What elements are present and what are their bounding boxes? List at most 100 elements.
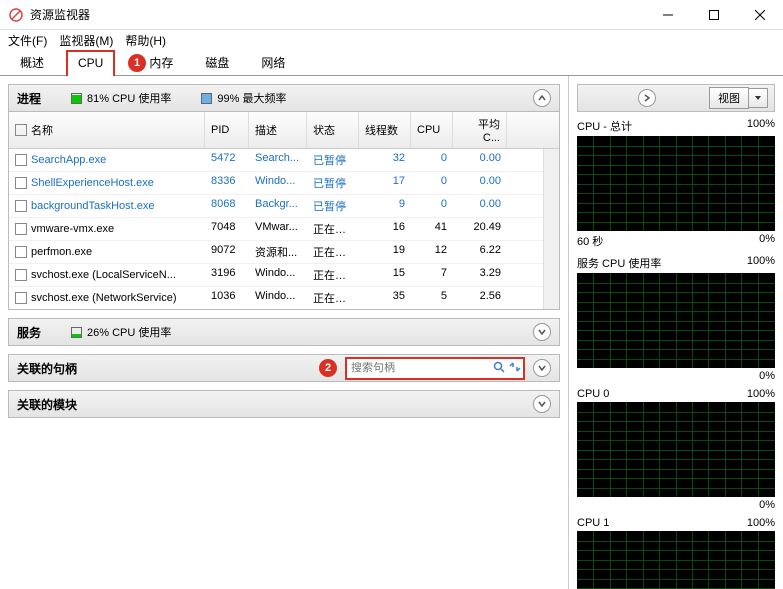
menu-help[interactable]: 帮助(H) xyxy=(125,32,166,49)
chart-title: CPU - 总计 xyxy=(577,118,632,134)
right-panel: 视图 CPU - 总计100%60 秒0%服务 CPU 使用率100%0%CPU… xyxy=(568,76,783,589)
cell-threads: 16 xyxy=(359,218,411,240)
chart-max: 100% xyxy=(747,517,775,529)
section-modules-header[interactable]: 关联的模块 xyxy=(8,390,560,418)
chart-canvas xyxy=(577,273,775,368)
row-checkbox[interactable] xyxy=(15,177,27,189)
cell-status: 正在运行 xyxy=(307,287,359,309)
col-threads[interactable]: 线程数 xyxy=(359,112,411,148)
section-handles-header[interactable]: 关联的句柄 2 xyxy=(8,354,560,382)
minimize-button[interactable] xyxy=(645,0,691,30)
cell-avg: 0.00 xyxy=(453,149,507,171)
checkbox-all[interactable] xyxy=(15,124,27,136)
tab-disk[interactable]: 磁盘 xyxy=(195,50,239,75)
cell-threads: 19 xyxy=(359,241,411,263)
titlebar: 资源监视器 xyxy=(0,0,783,30)
expand-right-icon[interactable] xyxy=(638,89,656,107)
cell-pid: 1036 xyxy=(205,287,249,309)
chart-max: 100% xyxy=(747,255,775,271)
cell-status: 已暂停 xyxy=(307,172,359,194)
table-header: 名称 PID 描述 状态 线程数 CPU 平均 C... xyxy=(9,112,559,149)
close-button[interactable] xyxy=(737,0,783,30)
section-processes-title: 进程 xyxy=(17,90,41,107)
cell-avg: 6.22 xyxy=(453,241,507,263)
collapse-handles-icon[interactable] xyxy=(533,359,551,377)
menu-file[interactable]: 文件(F) xyxy=(8,32,47,49)
table-row[interactable]: vmware-vmx.exe7048VMwar...正在运行164120.49 xyxy=(9,218,559,241)
cell-name: svchost.exe (NetworkService) xyxy=(9,287,205,309)
table-row[interactable]: svchost.exe (LocalServiceN...3196Windo..… xyxy=(9,264,559,287)
table-row[interactable]: svchost.exe (NetworkService)1036Windo...… xyxy=(9,287,559,309)
cell-avg: 20.49 xyxy=(453,218,507,240)
view-dropdown-icon[interactable] xyxy=(748,88,768,108)
menu-monitor[interactable]: 监视器(M) xyxy=(59,32,113,49)
col-pid[interactable]: PID xyxy=(205,112,249,148)
col-status[interactable]: 状态 xyxy=(307,112,359,148)
cell-avg: 3.29 xyxy=(453,264,507,286)
cell-cpu: 0 xyxy=(411,195,453,217)
col-name[interactable]: 名称 xyxy=(9,112,205,148)
refresh-icon[interactable] xyxy=(509,361,521,376)
chart-max: 100% xyxy=(747,118,775,134)
cpu-usage-meter: 81% CPU 使用率 xyxy=(71,90,171,106)
row-checkbox[interactable] xyxy=(15,269,27,281)
view-button[interactable]: 视图 xyxy=(709,87,749,109)
row-checkbox[interactable] xyxy=(15,246,27,258)
section-services-header[interactable]: 服务 26% CPU 使用率 xyxy=(8,318,560,346)
section-processes-header[interactable]: 进程 81% CPU 使用率 99% 最大频率 xyxy=(8,84,560,112)
cell-desc: 资源和... xyxy=(249,241,307,263)
cell-cpu: 0 xyxy=(411,149,453,171)
collapse-processes-icon[interactable] xyxy=(533,89,551,107)
search-handles-box xyxy=(345,357,525,380)
chart-title: CPU 0 xyxy=(577,388,609,400)
cell-desc: VMwar... xyxy=(249,218,307,240)
table-row[interactable]: backgroundTaskHost.exe8068Backgr...已暂停90… xyxy=(9,195,559,218)
menubar: 文件(F) 监视器(M) 帮助(H) xyxy=(0,30,783,50)
col-desc[interactable]: 描述 xyxy=(249,112,307,148)
row-checkbox[interactable] xyxy=(15,154,27,166)
table-row[interactable]: SearchApp.exe5472Search...已暂停3200.00 xyxy=(9,149,559,172)
col-cpu[interactable]: CPU xyxy=(411,112,453,148)
search-icon[interactable] xyxy=(493,361,505,376)
annotation-badge-1: 1 xyxy=(128,54,146,72)
tabbar: 概述 CPU 1 内存 磁盘 网络 xyxy=(0,50,783,76)
chart-block: CPU 1100% xyxy=(577,515,775,589)
tab-cpu[interactable]: CPU xyxy=(66,50,115,76)
max-freq-label: 99% 最大频率 xyxy=(217,90,286,106)
cell-pid: 8336 xyxy=(205,172,249,194)
table-row[interactable]: ShellExperienceHost.exe8336Windo...已暂停17… xyxy=(9,172,559,195)
section-modules-title: 关联的模块 xyxy=(17,396,77,413)
cell-name: backgroundTaskHost.exe xyxy=(9,195,205,217)
chart-canvas xyxy=(577,136,775,231)
cell-cpu: 5 xyxy=(411,287,453,309)
row-checkbox[interactable] xyxy=(15,223,27,235)
row-checkbox[interactable] xyxy=(15,292,27,304)
cell-threads: 9 xyxy=(359,195,411,217)
cell-status: 正在运行 xyxy=(307,218,359,240)
chart-footer-right: 0% xyxy=(759,233,775,249)
search-handles-input[interactable] xyxy=(351,362,493,374)
window-title: 资源监视器 xyxy=(30,6,645,23)
services-cpu-label: 26% CPU 使用率 xyxy=(87,324,171,340)
collapse-services-icon[interactable] xyxy=(533,323,551,341)
app-icon xyxy=(8,7,24,23)
col-avg[interactable]: 平均 C... xyxy=(453,112,507,148)
scrollbar[interactable] xyxy=(543,149,559,309)
cell-name: ShellExperienceHost.exe xyxy=(9,172,205,194)
chart-block: CPU - 总计100%60 秒0% xyxy=(577,116,775,249)
chart-footer-right: 0% xyxy=(759,370,775,382)
annotation-badge-2: 2 xyxy=(319,359,337,377)
tab-overview[interactable]: 概述 xyxy=(10,50,54,75)
tab-network[interactable]: 网络 xyxy=(251,50,295,75)
cell-threads: 32 xyxy=(359,149,411,171)
table-row[interactable]: perfmon.exe9072资源和...正在运行19126.22 xyxy=(9,241,559,264)
cpu-usage-label: 81% CPU 使用率 xyxy=(87,90,171,106)
max-freq-meter: 99% 最大频率 xyxy=(201,90,286,106)
cell-name: vmware-vmx.exe xyxy=(9,218,205,240)
left-panel: 进程 81% CPU 使用率 99% 最大频率 名称 PID 描述 状态 线程数… xyxy=(0,76,568,589)
row-checkbox[interactable] xyxy=(15,200,27,212)
maximize-button[interactable] xyxy=(691,0,737,30)
collapse-modules-icon[interactable] xyxy=(533,395,551,413)
chart-block: 服务 CPU 使用率100%0% xyxy=(577,253,775,382)
window-buttons xyxy=(645,0,783,30)
